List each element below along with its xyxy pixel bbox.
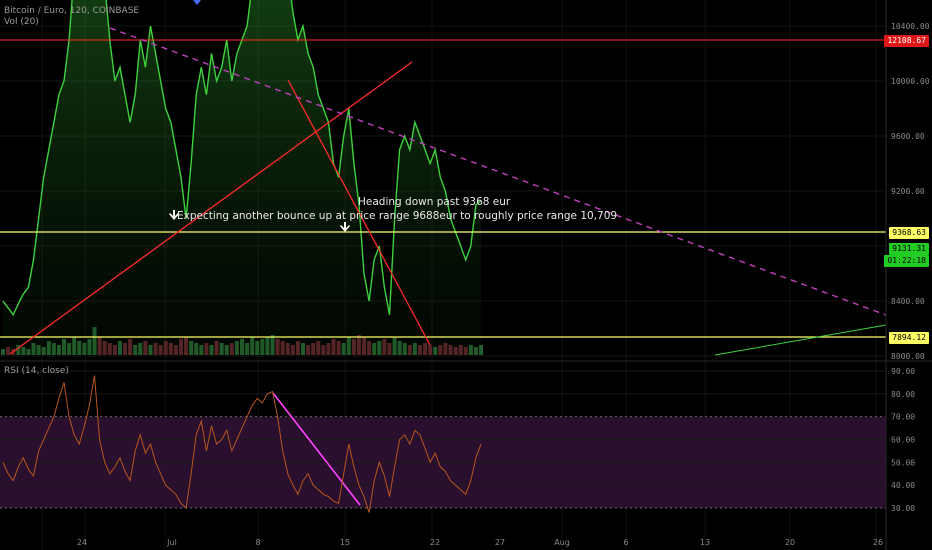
support-trend-line[interactable] bbox=[714, 324, 887, 356]
rsi-tick-label: 90.00 bbox=[891, 367, 915, 376]
time-tick-label: Aug bbox=[554, 538, 570, 547]
rsi-tick-label: 80.00 bbox=[891, 390, 915, 399]
time-tick-label: Jul bbox=[166, 538, 177, 547]
rsi-tick-label: 60.00 bbox=[891, 436, 915, 445]
time-tick-label: 8 bbox=[255, 538, 260, 547]
time-tick-label: 27 bbox=[495, 538, 505, 547]
volume-label: Vol (20) bbox=[4, 17, 39, 27]
upper-level-price-badge: 9368.63 bbox=[889, 227, 929, 239]
time-tick-label: 13 bbox=[700, 538, 710, 547]
rsi-tick-label: 30.00 bbox=[891, 504, 915, 513]
rsi-label: RSI (14, close) bbox=[4, 366, 69, 376]
last-price-badge: 9131.31 bbox=[889, 243, 929, 255]
x-axis-labels: 24 Jul 8 15 22 27 Aug 6 13 20 26 bbox=[77, 538, 883, 547]
time-tick-label: 6 bbox=[623, 538, 628, 547]
annotation-heading-down[interactable]: Heading down past 9368 eur bbox=[358, 196, 510, 208]
time-tick-label: 15 bbox=[340, 538, 350, 547]
price-tick-label: 10000.00 bbox=[891, 77, 930, 86]
time-tick-label: 22 bbox=[430, 538, 440, 547]
rsi-tick-label: 40.00 bbox=[891, 481, 915, 490]
price-tick-label: 8000.00 bbox=[891, 352, 925, 361]
lower-level-price-badge: 7894.12 bbox=[889, 332, 929, 344]
time-tick-label: 20 bbox=[785, 538, 795, 547]
price-tick-label: 9200.00 bbox=[891, 187, 925, 196]
time-tick-label: 26 bbox=[873, 538, 883, 547]
price-tick-label: 9600.00 bbox=[891, 132, 925, 141]
price-tick-label: 8400.00 bbox=[891, 297, 925, 306]
resistance-price-badge: 12108.67 bbox=[884, 35, 929, 47]
annotation-expecting-bounce[interactable]: Expecting another bounce up at price ran… bbox=[177, 210, 617, 222]
symbol-title: Bitcoin / Euro, 120, COINBASE bbox=[4, 6, 140, 16]
bookmark-marker-icon[interactable] bbox=[193, 0, 201, 5]
bar-countdown-badge: 01:22:18 bbox=[884, 255, 929, 267]
rsi-tick-label: 70.00 bbox=[891, 413, 915, 422]
rsi-tick-label: 50.00 bbox=[891, 458, 915, 467]
time-tick-label: 24 bbox=[77, 538, 87, 547]
price-area bbox=[3, 0, 481, 355]
chart-canvas[interactable]: 8000.008400.008800.009200.009600.0010000… bbox=[0, 0, 932, 550]
price-tick-label: 10400.00 bbox=[891, 22, 930, 31]
